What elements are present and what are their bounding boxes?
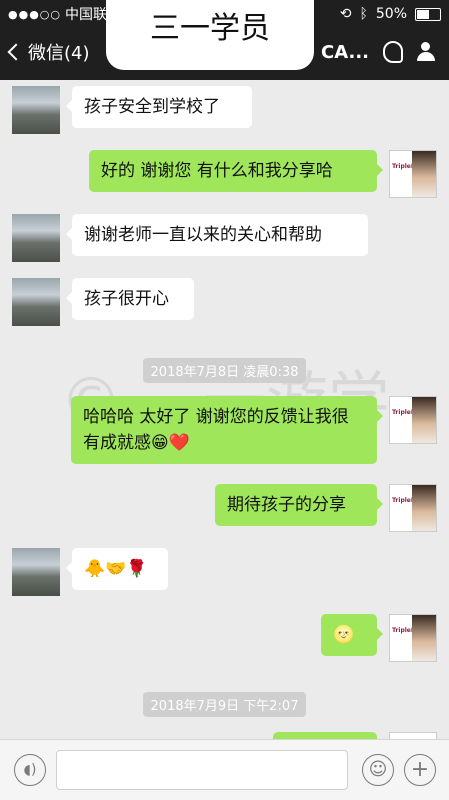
contact-name: CA... [321, 41, 369, 63]
message-bubble[interactable]: 🐥🤝🌹 [66, 548, 168, 590]
overlay-title: 三一学员 [150, 11, 270, 46]
message-bubble[interactable]: 哈哈哈 太好了 谢谢您的反馈让我很有成就感😁❤️ [71, 396, 383, 464]
contact-avatar[interactable] [12, 278, 60, 326]
lock-rotation-icon: ⟲ [339, 6, 352, 22]
bluetooth-icon: ᛒ [359, 6, 368, 22]
back-button[interactable]: 微信(4) [7, 39, 90, 65]
message-bubble[interactable]: 期待孩子的分享 [215, 484, 383, 526]
voice-input-icon[interactable]: ◖) [14, 754, 46, 786]
message-bubble[interactable]: 🌝 [321, 614, 383, 656]
message-bubble[interactable]: 孩子安全到学校了 [66, 86, 252, 128]
self-avatar[interactable]: TripleE [389, 484, 437, 532]
input-bar: ◖) ☺ + [0, 739, 449, 800]
overlay-title-card: 三一学员 [110, 0, 310, 66]
self-avatar[interactable]: TripleE [389, 396, 437, 444]
plus-icon[interactable]: + [404, 754, 436, 786]
back-label: 微信(4) [28, 43, 90, 64]
self-avatar[interactable]: TripleE [389, 614, 437, 662]
timestamp: 2018年7月8日 凌晨0:38 [142, 358, 307, 383]
message-bubble[interactable]: 孩子很开心 [66, 278, 194, 320]
contact-info-icon[interactable] [417, 42, 435, 62]
message-bubble[interactable]: 好的 谢谢您 有什么和我分享哈 [89, 150, 383, 192]
contact-avatar[interactable] [12, 86, 60, 134]
self-avatar[interactable]: TripleE [389, 150, 437, 198]
message-bubble[interactable]: 谢谢老师一直以来的关心和帮助 [66, 214, 368, 256]
signal-icon: ●●●○○ [8, 7, 61, 21]
chat-area[interactable]: © 三一游学 孩子安全到学校了 好的 谢谢您 有什么和我分享哈 TripleE … [0, 80, 449, 740]
earpiece-mode-icon[interactable] [383, 41, 403, 63]
battery-icon [415, 7, 441, 21]
contact-avatar[interactable] [12, 214, 60, 262]
battery-label: 50% [375, 6, 407, 22]
chevron-left-icon [7, 43, 25, 61]
emoji-icon[interactable]: ☺ [362, 754, 394, 786]
contact-avatar[interactable] [12, 548, 60, 596]
message-input[interactable] [56, 750, 348, 790]
timestamp: 2018年7月9日 下午2:07 [142, 692, 307, 717]
